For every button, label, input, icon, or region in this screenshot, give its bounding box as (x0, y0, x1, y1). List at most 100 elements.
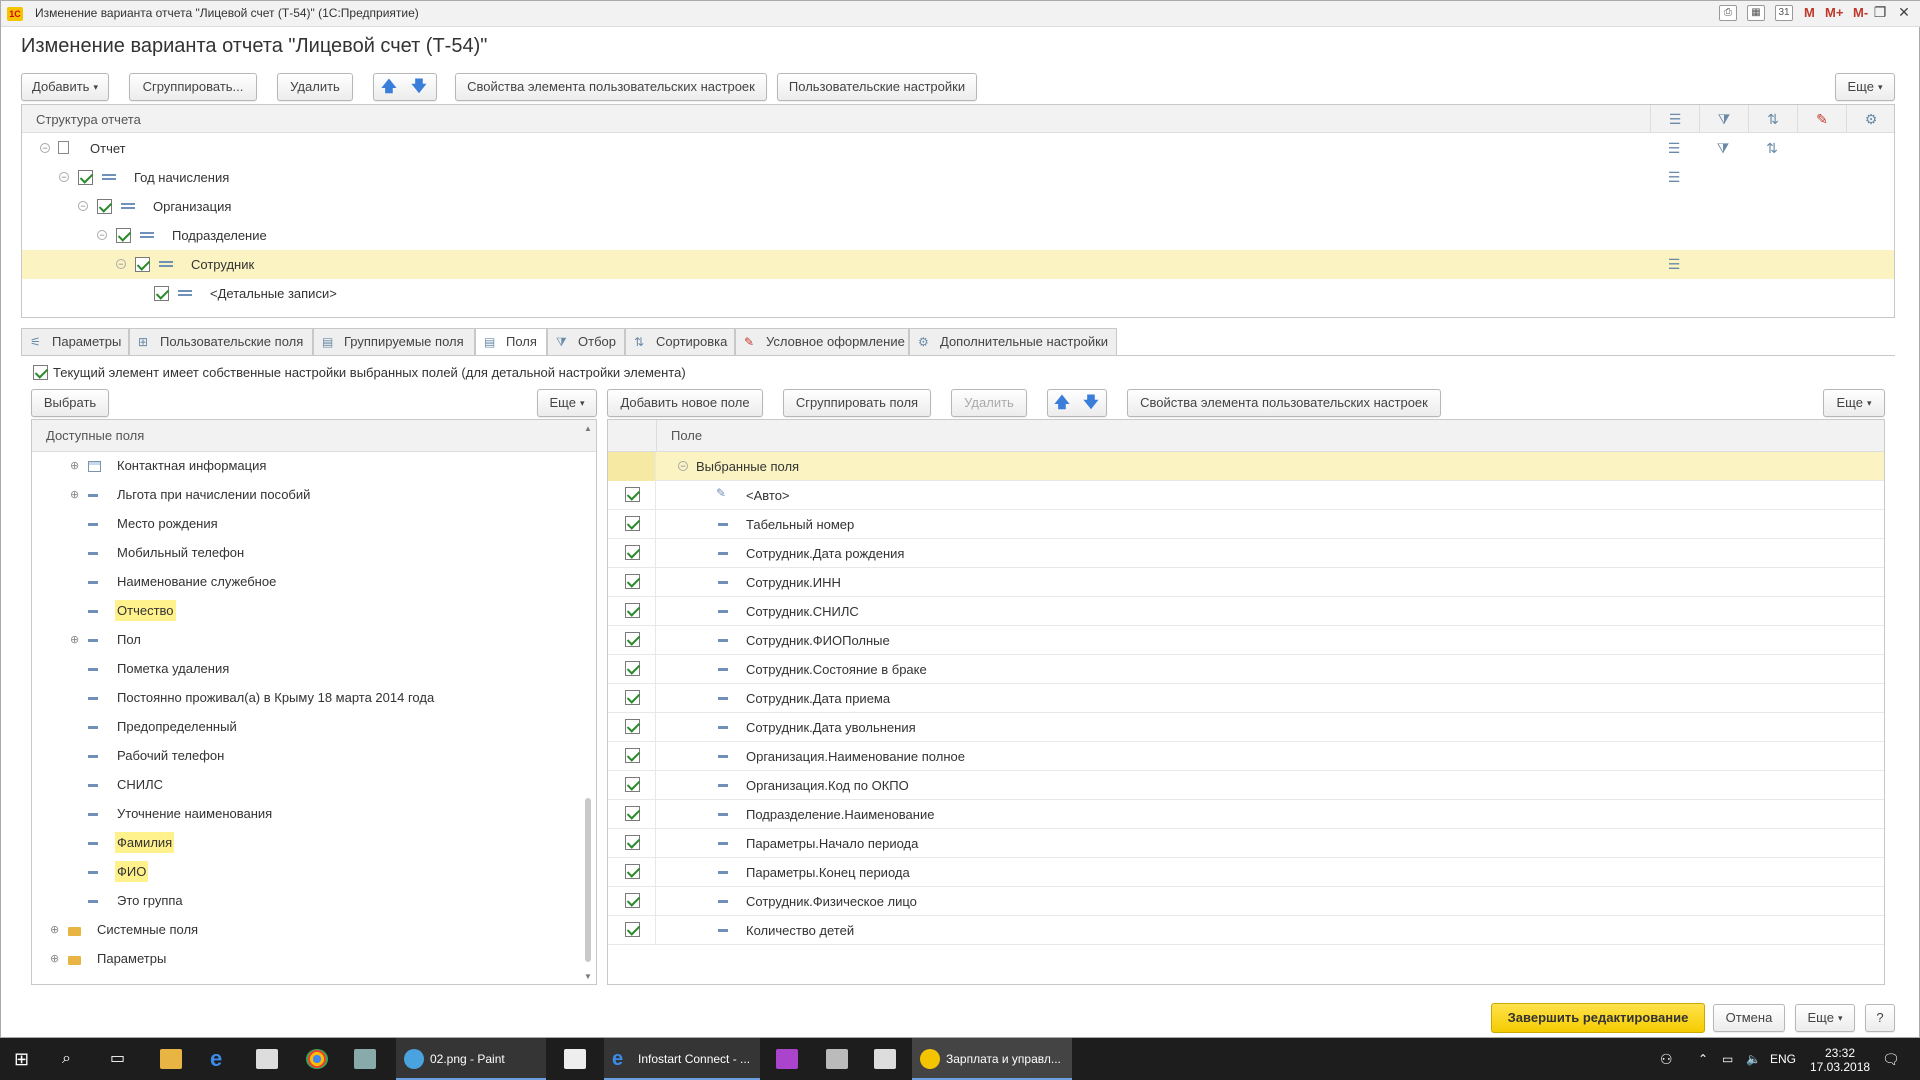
collapse-icon[interactable]: − (97, 230, 107, 240)
selected-field-row[interactable]: Сотрудник.Дата приема (608, 684, 1884, 713)
people-icon[interactable]: ⚇ (1660, 1038, 1673, 1080)
selected-field-row[interactable]: Табельный номер (608, 510, 1884, 539)
available-field-item[interactable]: Отчество (32, 597, 596, 626)
selected-field-row[interactable]: Количество детей (608, 916, 1884, 945)
scroll-up-icon[interactable]: ▲ (584, 424, 592, 433)
row-checkbox[interactable] (116, 228, 131, 243)
tab-parameters[interactable]: ⚟ Параметры (21, 328, 129, 356)
windows-start-icon[interactable]: ⊞ (14, 1038, 29, 1080)
taskbar-1c[interactable]: Зарплата и управл... (912, 1038, 1072, 1080)
groupings-icon[interactable]: ☰ (1666, 169, 1682, 185)
notifications-icon[interactable]: 🗨 (1882, 1038, 1900, 1080)
left-more-button[interactable]: Еще ▾ (537, 389, 597, 417)
structure-row-year[interactable]: − Год начисления ☰ (22, 163, 1894, 192)
more-button[interactable]: Еще ▾ (1835, 73, 1895, 101)
available-field-item[interactable]: ⊕ Системные поля (32, 916, 596, 945)
available-field-item[interactable]: ⊕ Параметры (32, 945, 596, 974)
move-up-icon[interactable]: 🡅 (1049, 391, 1075, 417)
collapse-icon[interactable]: − (40, 143, 50, 153)
sheet-icon[interactable]: ▦ (1747, 5, 1765, 21)
restore-icon[interactable]: ❐ (1869, 4, 1891, 21)
available-field-item[interactable]: Рабочий телефон (32, 742, 596, 771)
tab-additional-settings[interactable]: ⚙ Дополнительные настройки (909, 328, 1117, 356)
cancel-button[interactable]: Отмена (1713, 1004, 1785, 1032)
structure-row-details[interactable]: <Детальные записи> (22, 279, 1894, 308)
selected-field-row[interactable]: Сотрудник.Состояние в браке (608, 655, 1884, 684)
store-icon[interactable] (256, 1049, 278, 1069)
calendar-icon[interactable]: 31 (1775, 5, 1793, 21)
selected-field-row[interactable]: Подразделение.Наименование (608, 800, 1884, 829)
available-field-item[interactable]: Наименование служебное (32, 568, 596, 597)
delete-button[interactable]: Удалить (277, 73, 353, 101)
field-checkbox[interactable] (625, 632, 640, 647)
selected-field-row[interactable]: Параметры.Конец периода (608, 858, 1884, 887)
field-checkbox[interactable] (625, 603, 640, 618)
available-field-item[interactable]: ⊕ Контактная информация (32, 452, 596, 481)
selected-field-row[interactable]: Сотрудник.СНИЛС (608, 597, 1884, 626)
structure-row-employee[interactable]: − Сотрудник ☰ (22, 250, 1894, 279)
selected-fields-list[interactable]: Поле − Выбранные поля ✎ <Авто> Табельный н… (607, 419, 1885, 985)
selected-field-row[interactable]: Сотрудник.ИНН (608, 568, 1884, 597)
field-checkbox[interactable] (625, 864, 640, 879)
add-button[interactable]: Добавить ▾ (21, 73, 109, 101)
network-icon[interactable]: ▭ (1722, 1038, 1733, 1080)
right-more-button[interactable]: Еще ▾ (1823, 389, 1885, 417)
field-checkbox[interactable] (625, 806, 640, 821)
row-checkbox[interactable] (135, 257, 150, 272)
expand-icon[interactable]: ⊕ (50, 954, 59, 965)
expand-icon[interactable]: ⊕ (50, 925, 59, 936)
available-field-item[interactable]: Мобильный телефон (32, 539, 596, 568)
field-checkbox[interactable] (625, 922, 640, 937)
structure-row-organization[interactable]: − Организация (22, 192, 1894, 221)
structure-row-report[interactable]: − Отчет ☰ ⧩ ⇅ (22, 134, 1894, 163)
move-up-icon[interactable]: 🡅 (376, 75, 402, 101)
tray-chevron-icon[interactable]: ⌃ (1698, 1038, 1708, 1080)
field-checkbox[interactable] (625, 719, 640, 734)
row-checkbox[interactable] (97, 199, 112, 214)
row-checkbox[interactable] (78, 170, 93, 185)
finish-editing-button[interactable]: Завершить редактирование (1491, 1003, 1705, 1033)
expand-icon[interactable]: ⊕ (70, 635, 79, 646)
move-down-icon[interactable]: 🡇 (406, 75, 432, 101)
field-checkbox[interactable] (625, 893, 640, 908)
group-button[interactable]: Сгруппировать... (129, 73, 257, 101)
tab-sort[interactable]: ⇅ Сортировка (625, 328, 735, 356)
add-field-button[interactable]: Добавить новое поле (607, 389, 763, 417)
move-down-icon[interactable]: 🡇 (1078, 391, 1104, 417)
calculator-icon[interactable] (874, 1049, 896, 1069)
available-field-item[interactable]: Фамилия (32, 829, 596, 858)
own-settings-checkbox[interactable] (33, 365, 48, 380)
field-props-button[interactable]: Свойства элемента пользовательских настр… (1127, 389, 1441, 417)
available-fields-list[interactable]: Доступные поля ⊕ Контактная информация ⊕ Ль… (31, 419, 597, 985)
taskbar-paint[interactable]: 02.png - Paint (396, 1038, 546, 1080)
field-checkbox[interactable] (625, 487, 640, 502)
groupings-icon[interactable]: ☰ (1666, 256, 1682, 272)
expand-icon[interactable]: ⊕ (70, 461, 79, 472)
available-field-item[interactable]: ФИО (32, 858, 596, 887)
field-checkbox[interactable] (625, 545, 640, 560)
delete-field-button[interactable]: Удалить (951, 389, 1027, 417)
available-field-item[interactable]: Постоянно проживал(а) в Крыму 18 марта 2… (32, 684, 596, 713)
scroll-thumb[interactable] (585, 798, 591, 962)
chrome-icon[interactable] (306, 1049, 328, 1069)
field-checkbox[interactable] (625, 748, 640, 763)
tab-fields[interactable]: ▤ Поля (475, 328, 547, 356)
field-checkbox[interactable] (625, 835, 640, 850)
sort-icon[interactable]: ⇅ (1764, 140, 1780, 156)
close-icon[interactable]: ✕ (1893, 4, 1915, 21)
search-icon[interactable]: ⌕ (62, 1038, 71, 1080)
field-checkbox[interactable] (625, 690, 640, 705)
element-props-button[interactable]: Свойства элемента пользовательских настр… (455, 73, 767, 101)
filter-icon[interactable]: ⧩ (1715, 140, 1731, 156)
help-button[interactable]: ? (1865, 1004, 1895, 1032)
print-icon[interactable]: ⎙ (1719, 5, 1737, 21)
field-checkbox[interactable] (625, 661, 640, 676)
language-indicator[interactable]: ENG (1770, 1038, 1796, 1080)
available-field-item[interactable]: Уточнение наименования (32, 800, 596, 829)
tab-grouping-fields[interactable]: ▤ Группируемые поля (313, 328, 475, 356)
tab-conditional-format[interactable]: ✎ Условное оформление (735, 328, 909, 356)
scroll-down-icon[interactable]: ▼ (584, 972, 592, 981)
row-checkbox[interactable] (154, 286, 169, 301)
available-field-item[interactable]: ⊕ Льгота при начислении пособий (32, 481, 596, 510)
selected-field-row[interactable]: Организация.Наименование полное (608, 742, 1884, 771)
